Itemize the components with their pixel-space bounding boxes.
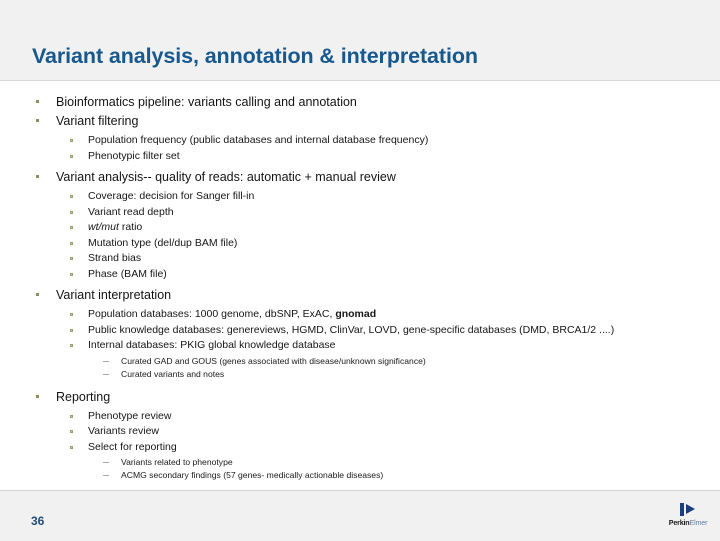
slide-body: Bioinformatics pipeline: variants callin… (0, 81, 720, 490)
sub-list-variant-interpretation: Population databases: 1000 genome, dbSNP… (0, 307, 720, 354)
logo-word-perkin: Perkin (668, 518, 690, 527)
list-item-label-bold: gnomad (335, 308, 377, 320)
bullet-subsquare-icon (70, 195, 73, 198)
list-item: Population frequency (public databases a… (0, 133, 720, 149)
sub-list-variant-analysis: Coverage: decision for Sanger fill-in Va… (0, 189, 720, 282)
list-item-label: ratio (118, 221, 143, 233)
dash-list-select-for-reporting: Variants related to phenotype ACMG secon… (0, 456, 720, 482)
list-item: Curated GAD and GOUS (genes associated w… (0, 355, 720, 368)
list-item: Variants review (0, 424, 720, 440)
bullet-subsquare-icon (70, 272, 73, 276)
list-item-label: Public knowledge databases: genereviews,… (88, 323, 615, 336)
list-item-label: Variants related to phenotype (121, 457, 233, 467)
bullet-subsquare-icon (70, 430, 73, 433)
bullet-subsquare-icon (70, 139, 73, 142)
list-item: Population databases: 1000 genome, dbSNP… (0, 307, 720, 323)
bullet-square-icon (36, 175, 39, 178)
slide-header: Variant analysis, annotation & interpret… (0, 0, 720, 81)
list-item: Strand bias (0, 251, 720, 267)
bullet-subsquare-icon (70, 445, 73, 449)
list-item: Phenotypic filter set (0, 149, 720, 165)
list-item-label: Reporting (56, 389, 111, 404)
list-item: Bioinformatics pipeline: variants callin… (0, 93, 720, 112)
page-number: 36 (31, 514, 45, 528)
list-item-label: Variant read depth (88, 205, 174, 218)
list-item: wt/mut ratio (0, 220, 720, 236)
bullet-subsquare-icon (70, 210, 73, 214)
list-item: Variants related to phenotype (0, 456, 720, 469)
bullet-subsquare-icon (70, 154, 73, 158)
list-item-label: Variant analysis-- quality of reads: aut… (56, 170, 396, 184)
perkinelmer-logo: PerkinElmer (660, 501, 716, 533)
slide: Variant analysis, annotation & interpret… (0, 0, 720, 541)
sub-list-variant-filtering: Population frequency (public databases a… (0, 133, 720, 164)
logo-word-elmer: Elmer (689, 518, 708, 527)
list-item: Public knowledge databases: genereviews,… (0, 323, 720, 339)
list-item: Phase (BAM file) (0, 267, 720, 283)
bullet-subsquare-icon (70, 328, 73, 332)
list-item-label: Phase (BAM file) (88, 267, 167, 280)
list-item: Curated variants and notes (0, 368, 720, 381)
list-item-label: Phenotype review (88, 409, 172, 422)
list-item-label: Variants review (88, 425, 159, 437)
list-item-label: Population frequency (public databases a… (88, 134, 429, 146)
list-item-label: Phenotypic filter set (88, 149, 180, 162)
list-item-label: Variant interpretation (56, 288, 172, 302)
logo-wordmark: PerkinElmer (660, 518, 716, 527)
list-item: Coverage: decision for Sanger fill-in (0, 189, 720, 205)
bullet-subsquare-icon (70, 241, 73, 245)
bullet-subsquare-icon (70, 226, 73, 229)
list-item: ACMG secondary findings (57 genes- medic… (0, 469, 720, 482)
list-item: Internal databases: PKIG global knowledg… (0, 338, 720, 354)
dash-icon (103, 360, 109, 362)
logo-mark-icon (680, 503, 702, 516)
bullet-subsquare-icon (70, 344, 73, 347)
list-item-label: Variant filtering (56, 114, 139, 128)
sub-list-reporting: Phenotype review Variants review Select … (0, 409, 720, 456)
bullet-square-icon (36, 394, 39, 398)
bullet-subsquare-icon (70, 313, 73, 316)
dash-icon (103, 373, 109, 375)
dash-icon (103, 475, 109, 476)
list-item-label: Coverage: decision for Sanger fill-in (88, 190, 255, 202)
list-item: Mutation type (del/dup BAM file) (0, 236, 720, 252)
slide-footer: 36 PerkinElmer (0, 490, 720, 541)
list-item: Variant interpretation (0, 286, 720, 305)
list-item: Select for reporting (0, 440, 720, 456)
list-item-label: Internal databases: PKIG global knowledg… (88, 339, 336, 351)
list-item: Variant read depth (0, 205, 720, 221)
list-item-label: Mutation type (del/dup BAM file) (88, 236, 238, 249)
page-title: Variant analysis, annotation & interpret… (32, 44, 478, 68)
list-item-label: Bioinformatics pipeline: variants callin… (56, 95, 357, 109)
list-item-label: ACMG secondary findings (57 genes- medic… (121, 470, 384, 480)
bullet-square-icon (36, 293, 39, 296)
list-item-label-italic: wt/mut (88, 221, 119, 233)
bullet-list: Bioinformatics pipeline: variants callin… (0, 93, 720, 482)
logo-triangle-shape (686, 504, 695, 514)
dash-icon (103, 462, 109, 463)
list-item: Reporting (0, 388, 720, 407)
list-item: Phenotype review (0, 409, 720, 425)
list-item: Variant filtering (0, 112, 720, 131)
list-item-label: Select for reporting (88, 440, 177, 453)
list-item: Variant analysis-- quality of reads: aut… (0, 168, 720, 187)
list-item-label: Population databases: 1000 genome, dbSNP… (88, 308, 336, 320)
dash-list-internal-databases: Curated GAD and GOUS (genes associated w… (0, 355, 720, 381)
bullet-subsquare-icon (70, 414, 73, 418)
list-item-label: Strand bias (88, 252, 142, 264)
bullet-subsquare-icon (70, 257, 73, 260)
list-item-label: Curated GAD and GOUS (genes associated w… (121, 355, 426, 366)
bullet-square-icon (36, 119, 39, 122)
bullet-square-icon (36, 100, 39, 103)
list-item-label: Curated variants and notes (121, 368, 225, 379)
logo-bar-shape (680, 503, 684, 516)
